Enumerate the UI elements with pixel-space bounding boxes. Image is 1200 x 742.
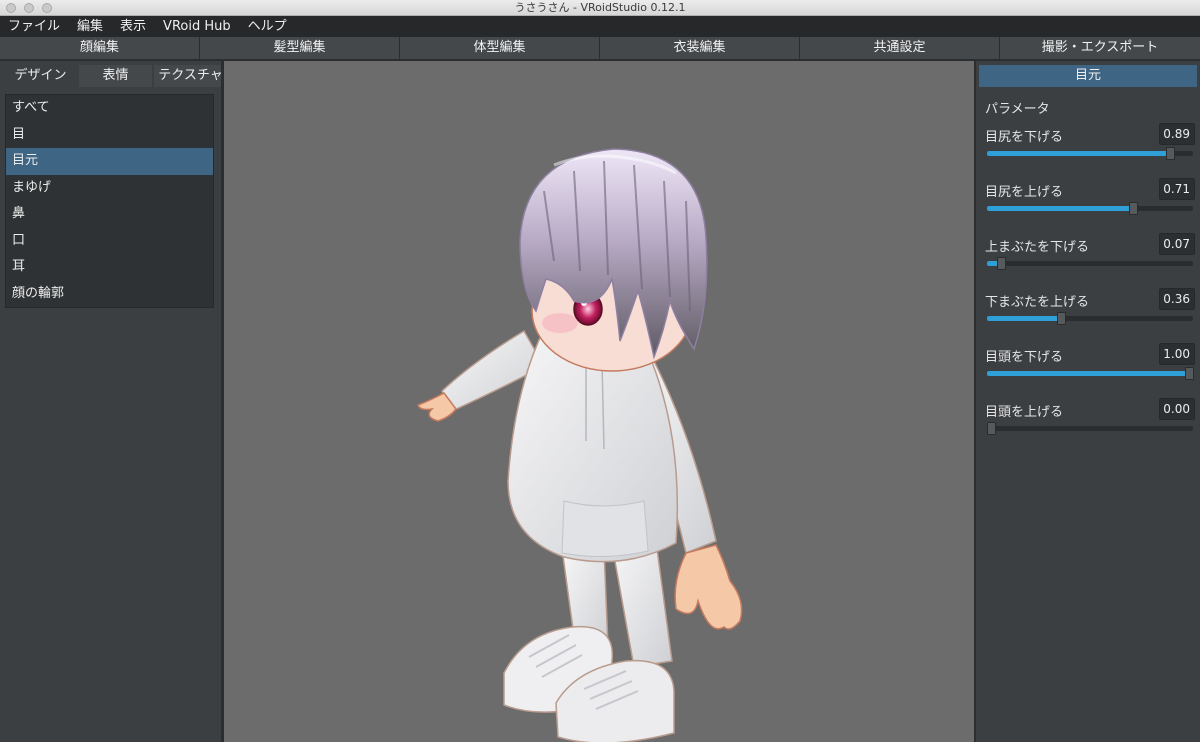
avatar-model[interactable]	[224, 61, 974, 742]
param-value-input[interactable]: 0.00	[1159, 398, 1195, 420]
menu-vroid-hub[interactable]: VRoid Hub	[163, 16, 231, 37]
param-label: 目尻を下げる	[985, 130, 1064, 145]
param-value-input[interactable]: 0.36	[1159, 288, 1195, 310]
tab-face-edit[interactable]: 顔編集	[0, 37, 200, 59]
category-item-face-outline[interactable]: 顔の輪郭	[6, 281, 213, 308]
tab-hair-edit[interactable]: 髪型編集	[200, 37, 400, 59]
tab-outfit-edit[interactable]: 衣装編集	[600, 37, 800, 59]
slider-thumb[interactable]	[1185, 367, 1194, 380]
param-outer-corner-down: 目尻を下げる 0.89	[985, 123, 1195, 173]
tab-body-edit[interactable]: 体型編集	[400, 37, 600, 59]
param-outer-corner-up: 目尻を上げる 0.71	[985, 178, 1195, 228]
slider-fill	[987, 151, 1170, 156]
slider-thumb[interactable]	[987, 422, 996, 435]
slider-fill	[987, 316, 1061, 321]
param-upper-lid-down: 上まぶたを下げる 0.07	[985, 233, 1195, 283]
param-slider[interactable]	[987, 202, 1193, 215]
param-slider[interactable]	[987, 257, 1193, 270]
slider-thumb[interactable]	[1057, 312, 1066, 325]
param-slider[interactable]	[987, 147, 1193, 160]
category-item-all[interactable]: すべて	[6, 95, 213, 122]
param-slider[interactable]	[987, 367, 1194, 380]
param-label: 目頭を上げる	[985, 405, 1064, 420]
left-panel: デザイン 表情 テクスチャ すべて 目 目元 まゆげ 鼻 口 耳 顔の輪郭	[0, 61, 221, 742]
slider-fill	[987, 371, 1193, 376]
slider-fill	[987, 206, 1133, 211]
menu-edit[interactable]: 編集	[77, 16, 103, 37]
window-title: うさうさん - VRoidStudio 0.12.1	[514, 1, 686, 14]
menu-help[interactable]: ヘルプ	[248, 16, 287, 37]
menu-file[interactable]: ファイル	[8, 16, 60, 37]
param-value-input[interactable]: 1.00	[1159, 343, 1195, 365]
param-inner-corner-up: 目頭を上げる 0.00	[985, 398, 1195, 448]
editor-mode-tabs: 顔編集 髪型編集 体型編集 衣装編集 共通設定 撮影・エクスポート	[0, 37, 1200, 59]
title-bar: うさうさん - VRoidStudio 0.12.1	[0, 0, 1200, 16]
panel-title: 目元	[979, 65, 1197, 87]
category-item-eye-area[interactable]: 目元	[6, 148, 213, 175]
param-slider[interactable]	[987, 422, 1193, 435]
section-title: パラメータ	[985, 102, 1050, 117]
param-value-input[interactable]: 0.89	[1159, 123, 1195, 145]
category-item-ears[interactable]: 耳	[6, 254, 213, 281]
right-panel: 目元 パラメータ 目尻を下げる 0.89 目尻を上げる 0.71 上まぶたを下げ…	[976, 61, 1200, 742]
menu-bar: ファイル 編集 表示 VRoid Hub ヘルプ	[0, 16, 1200, 37]
param-value-input[interactable]: 0.07	[1159, 233, 1195, 255]
subtab-texture[interactable]: テクスチャ	[154, 65, 221, 87]
category-item-mouth[interactable]: 口	[6, 228, 213, 255]
subtab-expression[interactable]: 表情	[79, 65, 152, 87]
param-value-input[interactable]: 0.71	[1159, 178, 1195, 200]
3d-viewport[interactable]	[224, 61, 974, 742]
param-label: 上まぶたを下げる	[985, 240, 1090, 255]
slider-thumb[interactable]	[1166, 147, 1175, 160]
param-lower-lid-up: 下まぶたを上げる 0.36	[985, 288, 1195, 338]
subtab-design[interactable]: デザイン	[4, 65, 77, 87]
category-list: すべて 目 目元 まゆげ 鼻 口 耳 顔の輪郭	[5, 94, 214, 308]
param-label: 目頭を下げる	[985, 350, 1064, 365]
category-item-eyes[interactable]: 目	[6, 122, 213, 149]
category-item-nose[interactable]: 鼻	[6, 201, 213, 228]
menu-view[interactable]: 表示	[120, 16, 146, 37]
param-inner-corner-down: 目頭を下げる 1.00	[985, 343, 1195, 393]
category-item-eyebrows[interactable]: まゆげ	[6, 175, 213, 202]
param-slider[interactable]	[987, 312, 1193, 325]
param-label: 下まぶたを上げる	[985, 295, 1090, 310]
tab-photo-export[interactable]: 撮影・エクスポート	[1000, 37, 1200, 59]
slider-thumb[interactable]	[997, 257, 1006, 270]
slider-thumb[interactable]	[1129, 202, 1138, 215]
tab-common-settings[interactable]: 共通設定	[800, 37, 1000, 59]
sub-tabs: デザイン 表情 テクスチャ	[4, 65, 221, 87]
param-label: 目尻を上げる	[985, 185, 1064, 200]
